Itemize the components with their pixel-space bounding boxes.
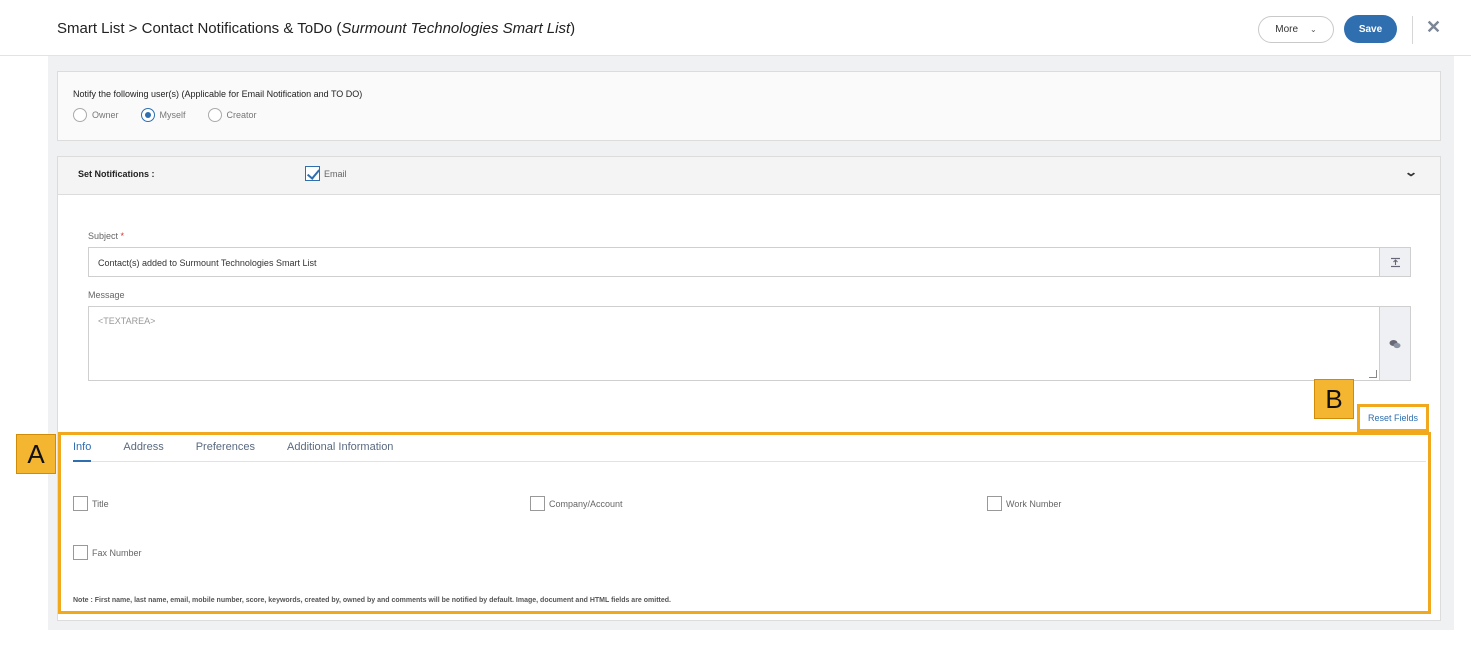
checkbox-box[interactable] xyxy=(987,496,1002,511)
notify-users-radio-group: Owner Myself Creator xyxy=(73,108,257,122)
checkbox-box[interactable] xyxy=(73,496,88,511)
message-placeholder: <TEXTAREA> xyxy=(98,316,156,326)
radio-myself[interactable]: Myself xyxy=(140,108,186,122)
more-button[interactable]: More ⌄ xyxy=(1258,16,1334,43)
radio-circle[interactable] xyxy=(140,108,155,122)
field-checkbox-title[interactable]: Title xyxy=(73,496,109,511)
chat-bubbles-icon-glyph xyxy=(1389,339,1401,348)
insert-field-icon-glyph xyxy=(1390,257,1400,267)
set-notifications-label: Set Notifications : xyxy=(78,169,155,179)
annotation-marker-b: B xyxy=(1314,379,1354,419)
subject-input[interactable]: Contact(s) added to Surmount Technologie… xyxy=(88,247,1380,277)
top-bar: Smart List > Contact Notifications & ToD… xyxy=(0,0,1471,56)
chevron-down-icon[interactable]: ⌄ xyxy=(1404,165,1418,179)
insert-field-icon[interactable] xyxy=(1380,247,1411,277)
field-label: Fax Number xyxy=(92,547,142,558)
save-button[interactable]: Save xyxy=(1344,15,1397,43)
radio-label: Creator xyxy=(226,110,257,120)
field-checkbox-fax-number[interactable]: Fax Number xyxy=(73,545,142,560)
default-fields-note: Note : First name, last name, email, mob… xyxy=(73,597,671,604)
breadcrumb-list-name: Surmount Technologies Smart List xyxy=(341,20,571,37)
close-icon[interactable]: ✕ xyxy=(1426,17,1441,38)
tab-info[interactable]: Info xyxy=(73,435,92,462)
divider xyxy=(1412,16,1413,44)
required-asterisk: * xyxy=(120,231,125,241)
field-label: Work Number xyxy=(1006,498,1062,509)
resize-handle-icon[interactable] xyxy=(1369,370,1377,378)
radio-circle[interactable] xyxy=(207,108,222,122)
annotation-marker-a: A xyxy=(16,434,56,474)
subject-label: Subject * xyxy=(88,231,125,241)
tab-preferences[interactable]: Preferences xyxy=(196,435,255,462)
email-checkbox-label: Email xyxy=(324,168,347,179)
notify-users-label: Notify the following user(s) (Applicable… xyxy=(73,89,363,99)
checkbox-box[interactable] xyxy=(73,545,88,560)
radio-label: Myself xyxy=(159,110,186,120)
checkbox-box[interactable] xyxy=(530,496,545,511)
notify-users-panel: Notify the following user(s) (Applicable… xyxy=(57,71,1441,141)
field-label: Company/Account xyxy=(549,498,623,509)
chevron-down-icon: ⌄ xyxy=(1310,25,1317,34)
email-checkbox[interactable]: Email xyxy=(305,166,347,181)
radio-label: Owner xyxy=(92,110,119,120)
breadcrumb-prefix: Smart List > Contact Notifications & ToD… xyxy=(57,20,342,37)
page-title: Smart List > Contact Notifications & ToD… xyxy=(57,20,575,37)
radio-creator[interactable]: Creator xyxy=(207,108,257,122)
field-tabs: Info Address Preferences Additional Info… xyxy=(73,435,1426,462)
field-checkbox-work-number[interactable]: Work Number xyxy=(987,496,1061,511)
message-label: Message xyxy=(88,290,125,300)
field-label: Title xyxy=(92,498,109,509)
radio-circle[interactable] xyxy=(73,108,87,122)
tab-address[interactable]: Address xyxy=(123,435,163,462)
message-textarea[interactable]: <TEXTAREA> xyxy=(88,306,1380,381)
more-label: More xyxy=(1275,24,1299,35)
tab-additional-information[interactable]: Additional Information xyxy=(287,435,393,462)
reset-fields-link[interactable]: Reset Fields xyxy=(1357,404,1429,432)
set-notifications-header[interactable]: Set Notifications : Email ⌄ xyxy=(58,157,1440,195)
field-checkbox-company-account[interactable]: Company/Account xyxy=(530,496,623,511)
breadcrumb-suffix: ) xyxy=(570,20,576,37)
checkbox-box[interactable] xyxy=(305,166,320,181)
radio-owner[interactable]: Owner xyxy=(73,108,119,122)
notification-fields-section: Info Address Preferences Additional Info… xyxy=(58,432,1431,614)
chat-bubbles-icon[interactable] xyxy=(1380,306,1411,381)
